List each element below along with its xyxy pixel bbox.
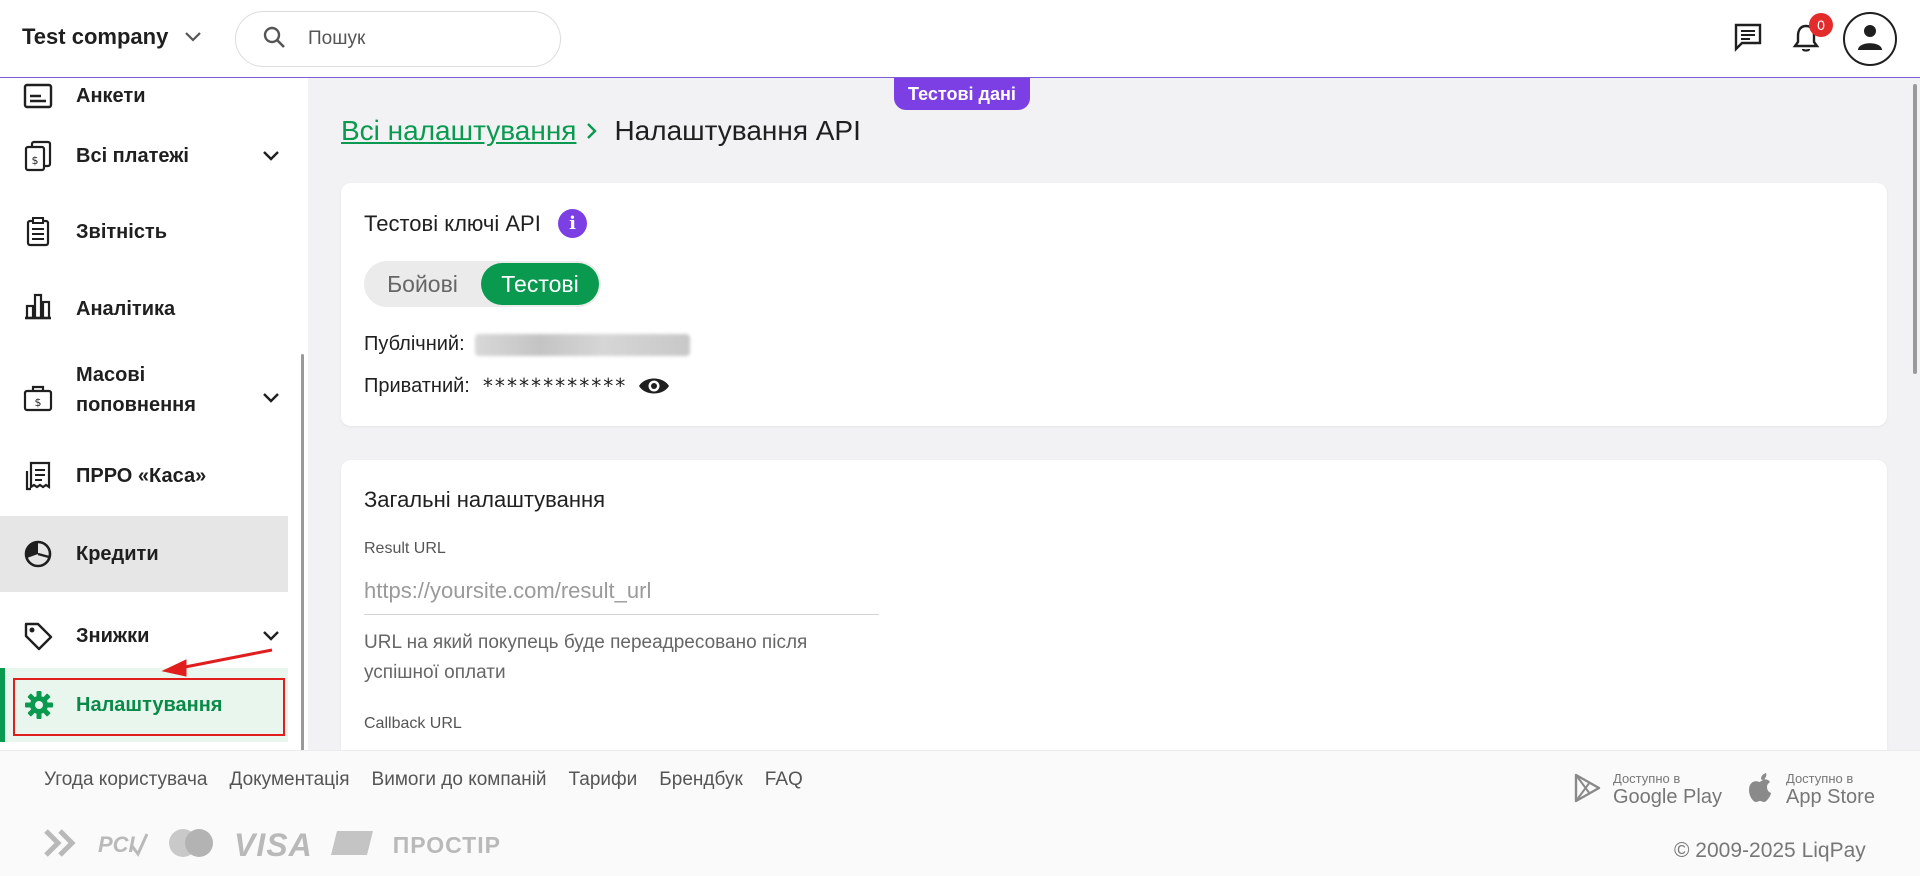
google-play-icon — [1573, 773, 1601, 808]
footer: Угода користувача Документація Вимоги до… — [0, 750, 1920, 876]
general-settings-card: Загальні налаштування Result URL URL на … — [341, 460, 1887, 760]
apple-icon — [1746, 772, 1772, 808]
info-icon[interactable]: i — [558, 209, 587, 238]
footer-link-brandbook[interactable]: Брендбук — [659, 769, 742, 791]
callback-url-label: Callback URL — [364, 715, 462, 732]
breadcrumb-link-all-settings[interactable]: Всі налаштування — [341, 115, 576, 147]
eye-icon[interactable] — [638, 375, 670, 397]
page-title: Налаштування API — [614, 115, 861, 146]
google-play-big-text: Google Play — [1613, 786, 1722, 808]
liqpay-logo-icon — [44, 828, 78, 863]
pci-logo-icon: PCI — [96, 828, 149, 863]
app-store-link[interactable]: Доступно в App Store — [1746, 771, 1875, 809]
footer-link-docs[interactable]: Документація — [230, 769, 350, 791]
general-settings-title: Загальні налаштування — [364, 487, 606, 512]
google-play-small-text: Доступно в — [1613, 771, 1681, 786]
public-key-value-blurred — [474, 333, 690, 356]
toggle-live[interactable]: Бойові — [364, 261, 481, 307]
pci-logo-text: PCI — [98, 832, 136, 857]
main-scrollbar[interactable] — [1913, 84, 1917, 374]
private-key-masked: ************ — [481, 374, 627, 398]
copyright: © 2009-2025 LiqPay — [1674, 839, 1866, 862]
private-key-row: Приватний: ************ — [364, 374, 670, 398]
private-key-label: Приватний: — [364, 374, 470, 397]
prostir-logo: ПРОСТІР — [392, 832, 501, 858]
env-toggle[interactable]: Бойові Тестові — [364, 261, 601, 307]
api-keys-card: Тестові ключі API i Бойові Тестові Публі… — [341, 183, 1887, 426]
result-url-hint: URL на який покупець буде переадресовано… — [364, 632, 808, 683]
breadcrumb: Всі налаштування Налаштування API — [341, 115, 861, 147]
footer-link-faq[interactable]: FAQ — [765, 769, 803, 791]
api-keys-title: Тестові ключі API — [364, 211, 541, 236]
footer-links: Угода користувача Документація Вимоги до… — [44, 769, 803, 791]
visa-logo: VISA — [234, 827, 313, 863]
public-key-row: Публічний: — [364, 333, 690, 356]
app-store-big-text: App Store — [1786, 786, 1875, 808]
chevron-right-icon — [586, 122, 598, 140]
footer-link-user-agreement[interactable]: Угода користувача — [44, 769, 208, 791]
footer-link-tariffs[interactable]: Тарифи — [569, 769, 638, 791]
google-play-link[interactable]: Доступно в Google Play — [1573, 771, 1722, 809]
app-store-small-text: Доступно в — [1786, 771, 1854, 786]
payment-logos: PCI VISA ПРОСТІР — [44, 827, 501, 864]
result-url-label: Result URL — [364, 540, 446, 557]
mastercard-logo-icon — [166, 827, 216, 864]
footer-link-company-requirements[interactable]: Вимоги до компаній — [372, 769, 547, 791]
result-url-input[interactable] — [364, 578, 879, 615]
public-key-label: Публічний: — [364, 333, 465, 355]
googlepay-logo-icon — [330, 828, 375, 863]
toggle-test[interactable]: Тестові — [481, 263, 599, 305]
